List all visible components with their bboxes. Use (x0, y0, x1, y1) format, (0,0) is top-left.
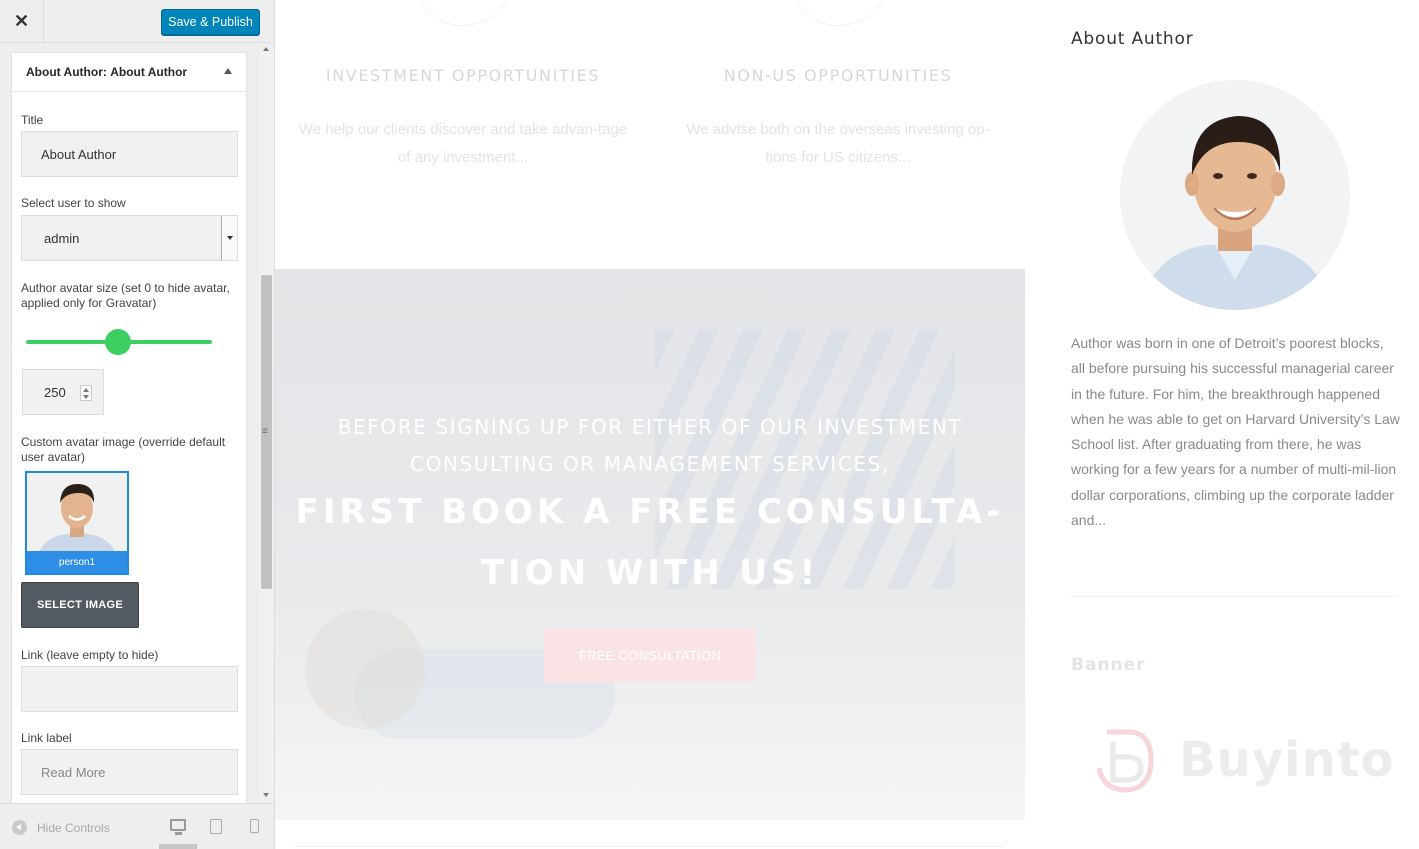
avatar-size-value: 250 (44, 384, 66, 400)
scroll-down-icon[interactable] (263, 793, 269, 797)
service-title: NON-US OPPORTUNITIES (723, 66, 953, 85)
link-text-input[interactable]: Read More (21, 749, 238, 795)
buyinto-logo-icon (1096, 729, 1154, 793)
person-photo-thumbnail (27, 473, 127, 573)
resize-grip-icon[interactable]: ≡ (262, 426, 268, 437)
customizer-header: ✕ Save & Publish (0, 0, 274, 43)
banner-logo[interactable]: Buyinto (1091, 724, 1395, 796)
thumbnail-caption: person1 (27, 551, 127, 573)
hide-controls-label: Hide Controls (37, 820, 110, 835)
link-label: Link (leave empty to hide) (21, 648, 159, 662)
controls-panel: About Author: About Author Title About A… (0, 43, 259, 803)
spin-down-icon[interactable] (83, 395, 89, 399)
active-device-indicator (159, 844, 197, 849)
banner-widget-title: Banner (1071, 655, 1146, 675)
hero-background-shape (305, 609, 425, 729)
save-publish-button[interactable]: Save & Publish (161, 9, 260, 35)
author-bio: Author was born in one of Detroit’s poor… (1071, 335, 1400, 529)
avatar-image-thumbnail[interactable]: person1 (25, 471, 129, 575)
link-input[interactable] (21, 666, 238, 712)
title-label: Title (21, 113, 44, 127)
divider (295, 846, 1005, 847)
avatar-size-label: Author avatar size (set 0 to hide avatar… (21, 281, 230, 310)
section-prefix: About Author: (26, 65, 107, 79)
author-widget-title: About Author (1071, 29, 1194, 49)
service-text: We advise both on the overseas investing… (686, 121, 990, 166)
author-avatar-image (1120, 80, 1350, 310)
site-preview: INVESTMENT OPPORTUNITIES We help our cli… (275, 0, 1419, 849)
scroll-up-icon[interactable] (263, 47, 269, 51)
customizer-footer: Hide Controls (0, 803, 274, 849)
link-text-label: Link label (21, 731, 72, 745)
tablet-icon[interactable] (210, 819, 222, 834)
service-text: We help our clients discover and take ad… (298, 121, 628, 166)
hide-controls-button[interactable]: Hide Controls (12, 820, 110, 835)
user-select-label: Select user to show (21, 196, 126, 210)
banner-logo-text: Buyinto (1179, 732, 1395, 788)
user-select-value: admin (44, 230, 80, 246)
mobile-icon[interactable] (250, 819, 259, 833)
service-title: INVESTMENT OPPORTUNITIES (325, 66, 601, 85)
free-consultation-button[interactable]: FREE CONSULTATION (544, 628, 756, 682)
service-icon-circle (789, 0, 889, 26)
custom-avatar-label: Custom avatar image (override default us… (21, 435, 226, 464)
widget-divider (1071, 596, 1399, 597)
desktop-icon[interactable] (170, 819, 186, 835)
service-icon-circle (413, 0, 513, 26)
collapse-arrow-icon[interactable] (224, 68, 232, 74)
close-icon[interactable]: ✕ (0, 0, 44, 43)
spin-up-icon[interactable] (83, 388, 89, 392)
select-image-button[interactable]: SELECT IMAGE (21, 582, 139, 628)
section-header[interactable]: About Author: About Author (12, 53, 246, 92)
chevron-down-icon[interactable] (221, 216, 237, 260)
hero-subtitle: BEFORE SIGNING UP FOR EITHER OF OUR INVE… (337, 415, 963, 476)
panel-scrollbar[interactable] (259, 43, 274, 803)
section-name: About Author (110, 65, 188, 79)
widget-section: About Author: About Author Title About A… (11, 52, 247, 803)
author-avatar (1120, 80, 1350, 310)
consultation-hero: BEFORE SIGNING UP FOR EITHER OF OUR INVE… (275, 269, 1025, 820)
hero-headline: FIRST BOOK A FREE CONSULTA-TION WITH US! (295, 492, 1005, 593)
collapse-arrow-left-icon (12, 820, 27, 835)
customizer-sidebar: ✕ Save & Publish About Author: About Aut… (0, 0, 275, 849)
title-input[interactable]: About Author (21, 131, 238, 177)
avatar-size-slider-handle[interactable] (105, 329, 131, 355)
user-select[interactable]: admin (21, 215, 238, 261)
number-spinner[interactable] (80, 385, 92, 401)
